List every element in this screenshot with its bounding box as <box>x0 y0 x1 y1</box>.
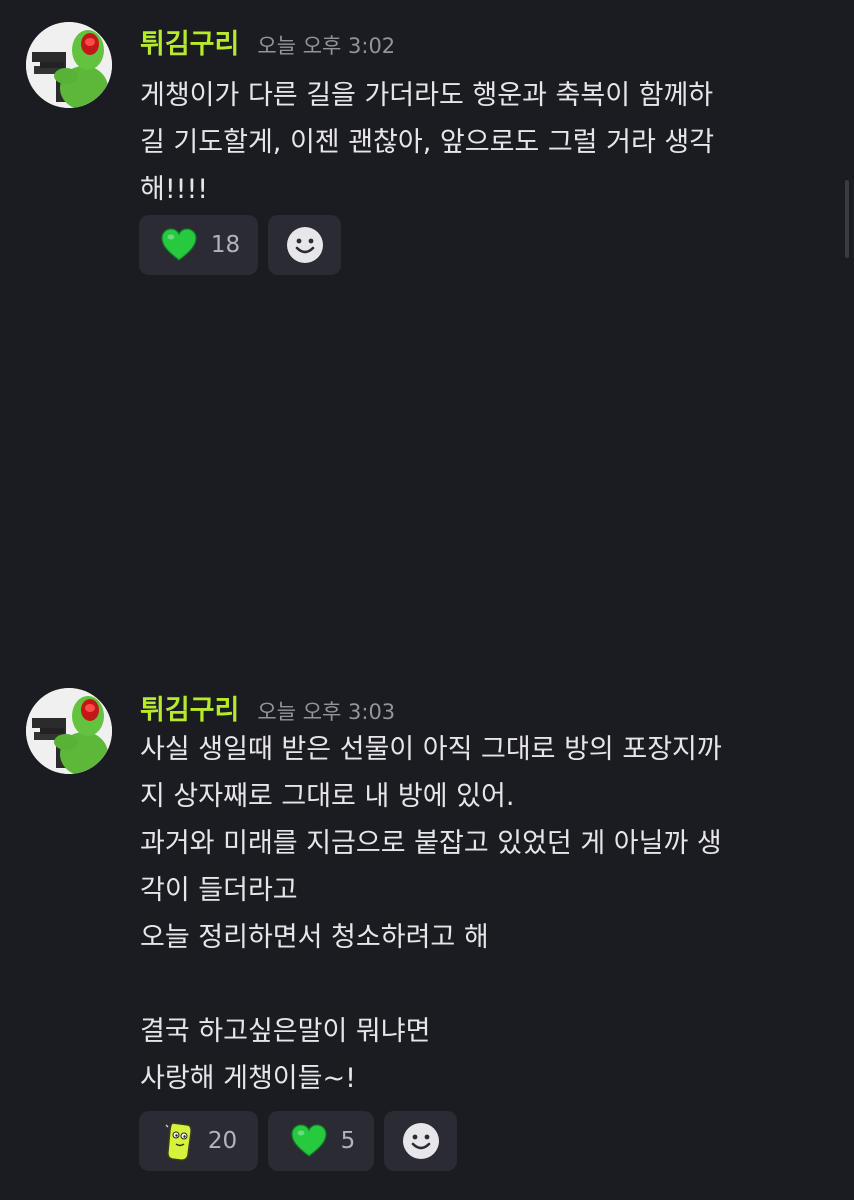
add-reaction-button[interactable] <box>384 1111 457 1171</box>
username[interactable]: 튀김구리 <box>140 688 239 727</box>
green-heart-icon <box>291 1124 327 1158</box>
message-text: 사실 생일때 받은 선물이 아직 그대로 방의 포장지까 지 상자째로 그대로 … <box>140 726 830 1102</box>
reaction-count: 18 <box>210 232 241 258</box>
message-line: 각이 들더라고 <box>140 875 298 906</box>
username[interactable]: 튀김구리 <box>140 22 239 61</box>
green-heart-icon <box>161 228 197 262</box>
message-line: 게챙이가 다른 길을 가더라도 행운과 축복이 함께하 <box>140 80 714 111</box>
reaction-bar: 18 <box>139 215 341 275</box>
message-line: 결국 하고싶은말이 뭐냐면 <box>140 1016 431 1047</box>
message-header: 튀김구리 오늘 오후 3:03 <box>140 688 395 728</box>
timestamp: 오늘 오후 3:03 <box>257 700 396 724</box>
reaction-chip-green-heart[interactable]: 18 <box>139 215 258 275</box>
scrollbar[interactable] <box>845 180 849 258</box>
kermit-frog-avatar <box>26 688 112 774</box>
message-line: 지 상자째로 그대로 내 방에 있어. <box>140 781 515 812</box>
reaction-bar: 20 5 <box>139 1111 457 1171</box>
reaction-count: 20 <box>207 1128 238 1154</box>
user-avatar[interactable] <box>26 688 112 774</box>
message-line: 사실 생일때 받은 선물이 아직 그대로 방의 포장지까 <box>140 734 722 765</box>
message-line: 과거와 미래를 지금으로 붙잡고 있었던 게 아닐까 생 <box>140 828 722 859</box>
yellow-green-character-sticker-icon <box>164 1119 194 1163</box>
user-avatar[interactable] <box>26 22 112 108</box>
message-line: 오늘 정리하면서 청소하려고 해 <box>140 922 489 953</box>
reaction-count: 5 <box>340 1128 356 1154</box>
smiley-face-icon <box>286 226 324 264</box>
add-reaction-button[interactable] <box>268 215 341 275</box>
reaction-chip-green-heart[interactable]: 5 <box>268 1111 374 1171</box>
message-line: 사랑해 게챙이들~! <box>140 1063 356 1094</box>
smiley-face-icon <box>402 1122 440 1160</box>
timestamp: 오늘 오후 3:02 <box>257 34 396 58</box>
message-line <box>140 961 830 1008</box>
message-header: 튀김구리 오늘 오후 3:02 <box>140 22 395 62</box>
kermit-frog-avatar <box>26 22 112 108</box>
message-line: 길 기도할게, 이젠 괜찮아, 앞으로도 그럴 거라 생각 <box>140 127 715 158</box>
message-line: 해!!!! <box>140 174 209 205</box>
message-text: 게챙이가 다른 길을 가더라도 행운과 축복이 함께하 길 기도할게, 이젠 괜… <box>140 72 830 213</box>
reaction-chip-sticker[interactable]: 20 <box>139 1111 258 1171</box>
